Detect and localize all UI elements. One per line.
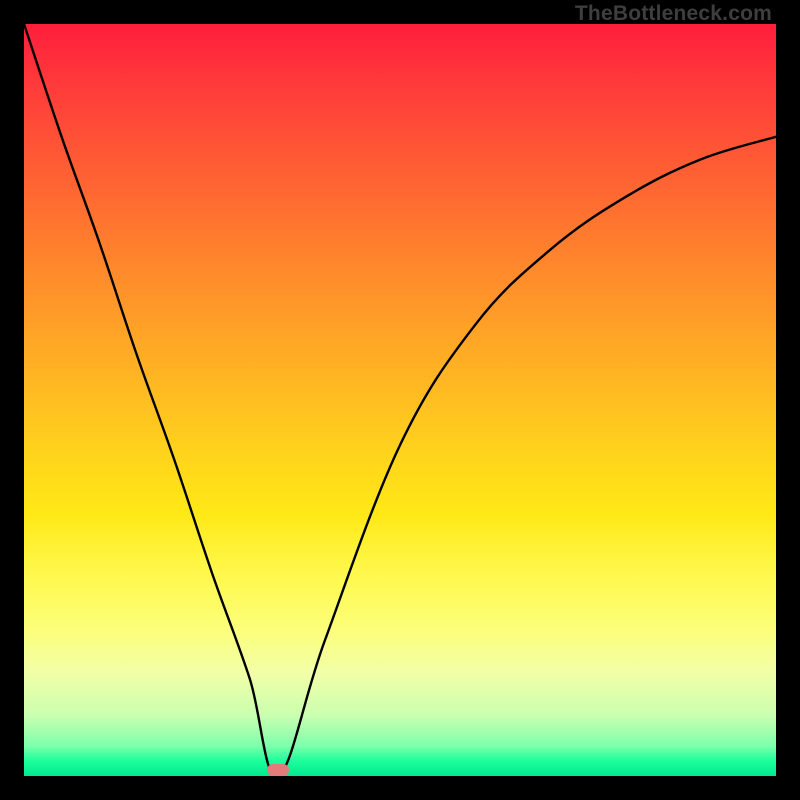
- chart-frame: TheBottleneck.com: [0, 0, 800, 800]
- plot-area: [24, 24, 776, 776]
- bottleneck-curve: [24, 24, 776, 776]
- optimal-marker: [267, 764, 289, 776]
- watermark-text: TheBottleneck.com: [575, 2, 772, 26]
